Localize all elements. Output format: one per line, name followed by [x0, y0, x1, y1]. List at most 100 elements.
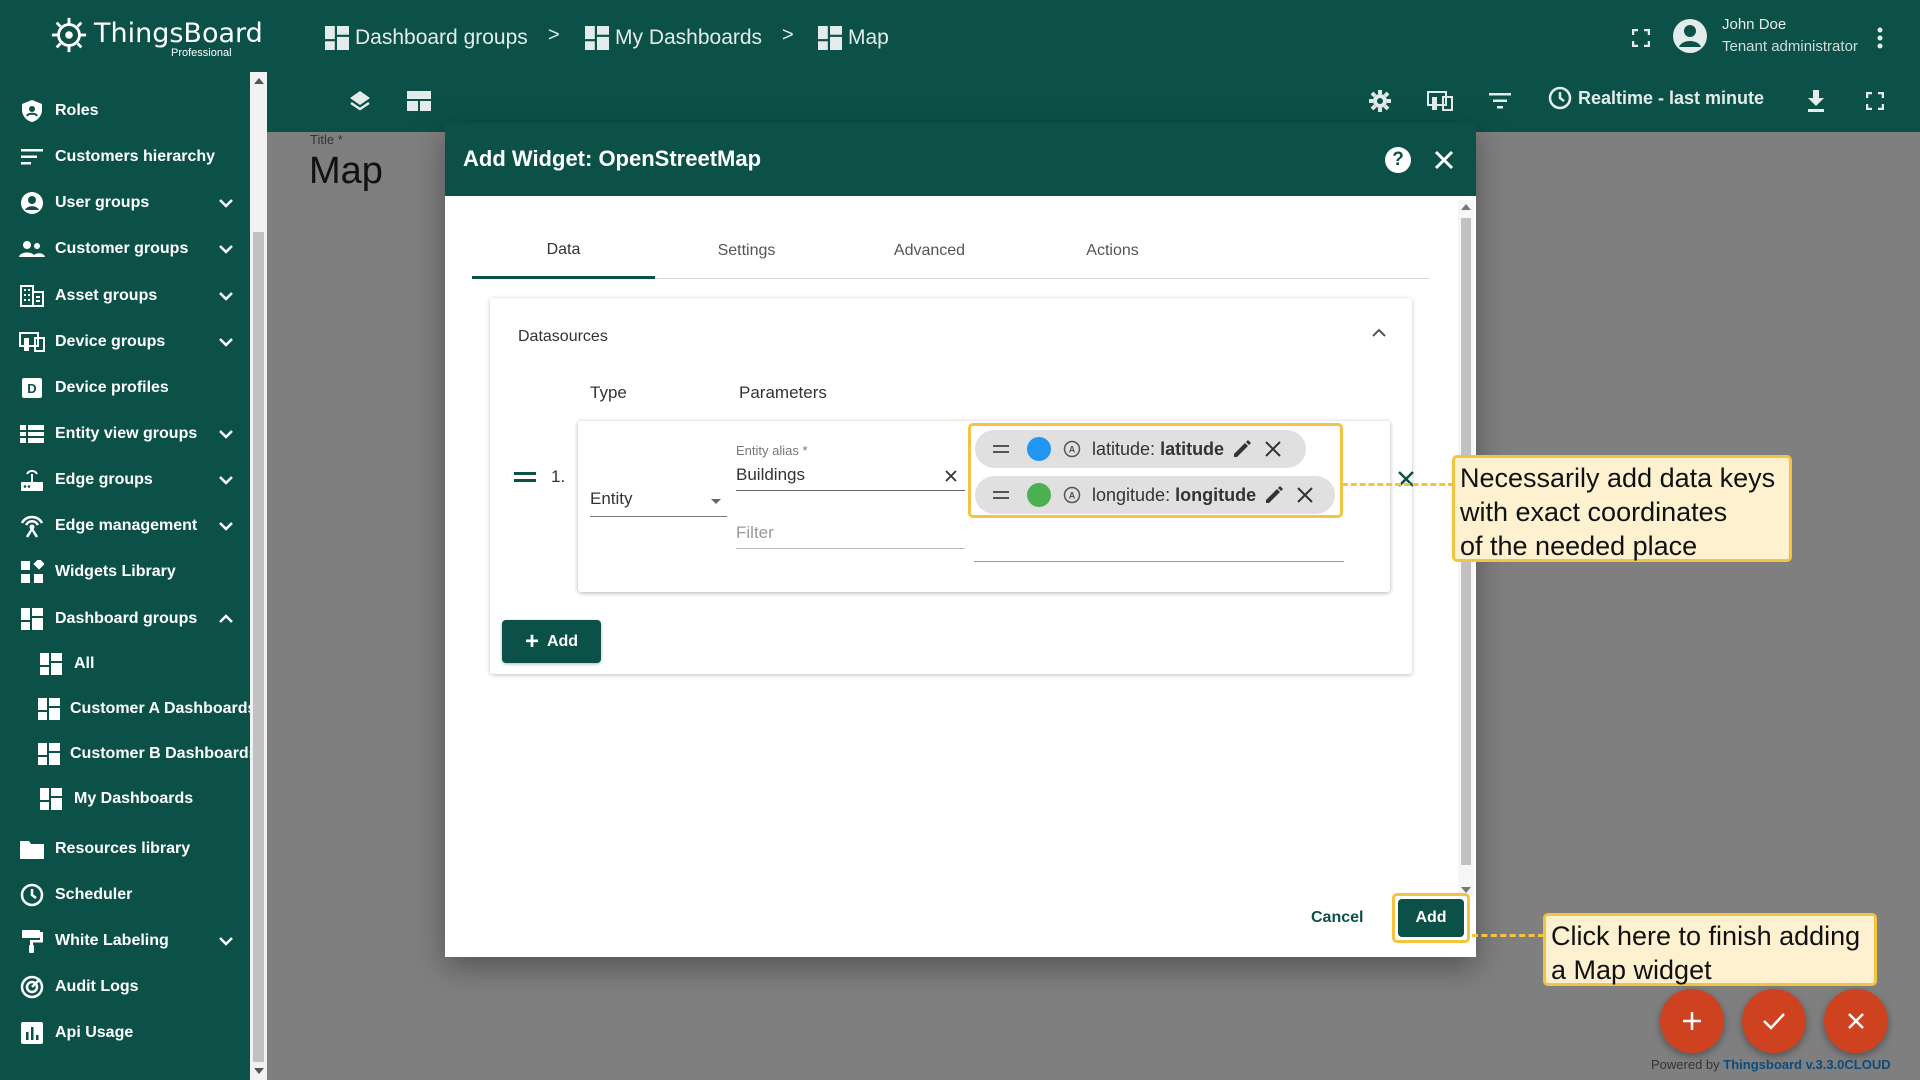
key-color-swatch[interactable] — [1027, 437, 1051, 461]
dialog-title: Add Widget: OpenStreetMap — [463, 146, 762, 171]
sidebar-item-customer-groups[interactable]: Customer groups — [0, 226, 250, 272]
breadcrumb-separator: > — [548, 24, 560, 46]
settings-gear-icon[interactable] — [1365, 86, 1395, 116]
callout-connector — [1472, 934, 1544, 937]
chevron-up-icon[interactable] — [1370, 324, 1388, 342]
data-key-chip-latitude[interactable]: A latitude: latitude — [975, 430, 1306, 468]
sidebar-item-scheduler[interactable]: Scheduler — [0, 872, 250, 918]
download-icon[interactable] — [1801, 86, 1831, 116]
add-widget-fab[interactable] — [1660, 989, 1724, 1053]
filter-input[interactable]: Filter — [736, 519, 965, 549]
sidebar-item-audit-logs[interactable]: Audit Logs — [0, 964, 250, 1010]
dashboard-icon — [19, 606, 45, 632]
timewindow-button[interactable]: Realtime - last minute — [1548, 86, 1764, 110]
sidebar-item-resources-library[interactable]: Resources library — [0, 826, 250, 872]
breadcrumb-dashboard-groups[interactable]: Dashboard groups — [325, 22, 528, 54]
plus-icon — [1683, 1012, 1701, 1030]
chevron-down-icon — [219, 937, 233, 946]
insert-chart-icon — [19, 1020, 45, 1046]
remove-key-icon[interactable] — [1296, 486, 1314, 504]
sidebar-item-my-dashboards[interactable]: My Dashboards — [0, 776, 250, 822]
devices-icon[interactable] — [1425, 86, 1455, 116]
callout-add-widget: Click here to finish adding a Map widget — [1543, 913, 1877, 986]
remove-key-icon[interactable] — [1264, 440, 1282, 458]
domain-icon — [19, 283, 45, 309]
fullscreen-icon[interactable] — [1860, 86, 1890, 116]
edit-icon[interactable] — [1232, 439, 1252, 459]
data-key-chip-longitude[interactable]: A longitude: longitude — [975, 476, 1335, 514]
sidebar-item-api-usage[interactable]: Api Usage — [0, 1010, 250, 1056]
breadcrumb-separator: > — [782, 24, 794, 46]
add-widget-button[interactable]: Add — [1398, 899, 1464, 937]
drag-handle-icon[interactable] — [993, 444, 1009, 454]
key-color-swatch[interactable] — [1027, 483, 1051, 507]
edit-icon[interactable] — [1264, 485, 1284, 505]
clear-icon[interactable] — [944, 469, 958, 483]
scroll-thumb[interactable] — [253, 232, 264, 1062]
datasources-title: Datasources — [518, 328, 608, 345]
view-compact-icon[interactable] — [404, 86, 434, 116]
add-datasource-button[interactable]: + Add — [502, 620, 601, 663]
entity-alias-input[interactable]: Buildings — [736, 461, 965, 491]
dialog-header: Add Widget: OpenStreetMap ? — [445, 123, 1476, 196]
version-link[interactable]: Thingsboard v.3.3.0CLOUD — [1723, 1057, 1890, 1072]
title-field-label: Title * — [310, 132, 343, 147]
filter-icon[interactable] — [1485, 86, 1515, 116]
column-header-type: Type — [590, 383, 627, 402]
sidebar-item-customers-hierarchy[interactable]: Customers hierarchy — [0, 134, 250, 180]
drag-handle-icon[interactable] — [514, 470, 536, 484]
logo-gear-icon — [51, 17, 87, 53]
page-title[interactable]: Map — [309, 150, 383, 193]
sidebar-item-device-profiles[interactable]: D Device profiles — [0, 365, 250, 411]
sidebar-item-widgets-library[interactable]: Widgets Library — [0, 549, 250, 595]
hierarchy-icon — [19, 144, 45, 170]
clock-icon — [19, 882, 45, 908]
help-icon[interactable]: ? — [1385, 147, 1411, 173]
scroll-up-arrow[interactable] — [1461, 204, 1471, 210]
sidebar-item-asset-groups[interactable]: Asset groups — [0, 273, 250, 319]
sidebar-item-user-groups[interactable]: User groups — [0, 180, 250, 226]
sidebar-item-edge-groups[interactable]: Edge groups — [0, 457, 250, 503]
sidebar-item-customer-b-dashboards[interactable]: Customer B Dashboards — [0, 731, 258, 777]
sidebar-scrollbar[interactable] — [250, 72, 267, 1080]
close-icon[interactable] — [1431, 147, 1457, 173]
cancel-edit-fab[interactable] — [1824, 989, 1888, 1053]
dashboard-icon — [38, 741, 60, 767]
close-icon — [1848, 1013, 1864, 1029]
svg-text:A: A — [1069, 445, 1076, 455]
breadcrumb-my-dashboards[interactable]: My Dashboards — [585, 22, 762, 54]
chevron-down-icon — [219, 522, 233, 531]
sidebar: ThingsBoard Professional Roles Customers… — [0, 0, 267, 1080]
sidebar-item-device-groups[interactable]: Device groups — [0, 319, 250, 365]
account-icon[interactable] — [1672, 18, 1708, 54]
layers-icon[interactable] — [345, 86, 375, 116]
chevron-down-icon — [219, 338, 233, 347]
save-dashboard-fab[interactable] — [1742, 989, 1806, 1053]
remove-datasource-icon[interactable] — [1396, 469, 1416, 489]
sidebar-item-all[interactable]: All — [0, 641, 250, 687]
sidebar-item-roles[interactable]: Roles — [0, 88, 250, 134]
drag-handle-icon[interactable] — [993, 490, 1009, 500]
user-role: Tenant administrator — [1722, 38, 1858, 55]
sidebar-item-customer-a-dashboards[interactable]: Customer A Dashboards — [0, 686, 256, 732]
fullscreen-icon[interactable] — [1626, 23, 1656, 53]
account-icon — [19, 190, 45, 216]
add-button-highlight: Add — [1392, 893, 1470, 943]
more-vert-icon[interactable] — [1865, 23, 1895, 53]
track-changes-icon — [19, 974, 45, 1000]
device-profile-icon: D — [19, 375, 45, 401]
tab-actions[interactable]: Actions — [1021, 223, 1204, 279]
scroll-up-arrow[interactable] — [254, 78, 264, 84]
sidebar-item-edge-management[interactable]: Edge management — [0, 503, 250, 549]
sidebar-item-dashboard-groups[interactable]: Dashboard groups — [0, 596, 250, 642]
sidebar-item-white-labeling[interactable]: White Labeling — [0, 918, 250, 964]
sidebar-item-entity-view-groups[interactable]: Entity view groups — [0, 411, 250, 457]
edge-icon — [19, 513, 45, 539]
tab-advanced[interactable]: Advanced — [838, 223, 1021, 279]
datasource-type-select[interactable]: Entity — [590, 481, 727, 517]
cancel-button[interactable]: Cancel — [1311, 909, 1363, 927]
dashboard-icon — [38, 651, 64, 677]
scroll-down-arrow[interactable] — [254, 1068, 264, 1074]
tab-data[interactable]: Data — [472, 223, 655, 279]
tab-settings[interactable]: Settings — [655, 223, 838, 279]
